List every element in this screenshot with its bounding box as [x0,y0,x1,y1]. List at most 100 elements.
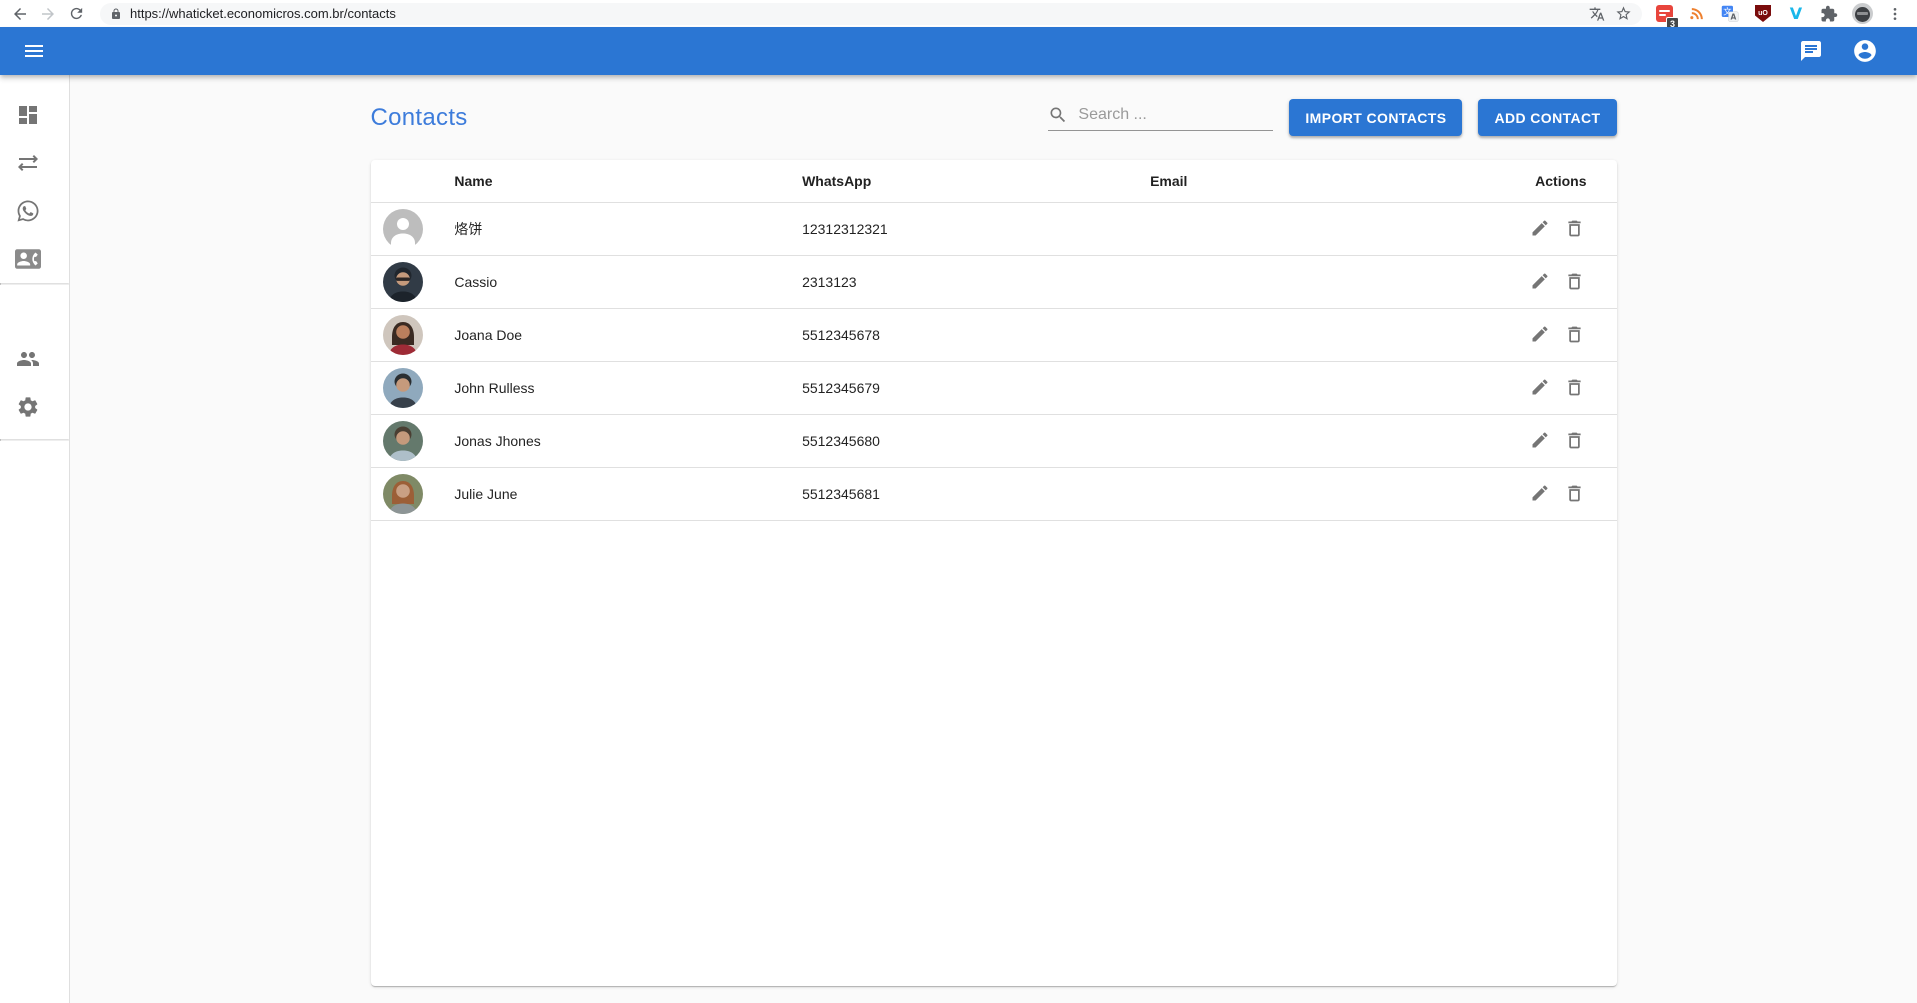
delete-contact-button[interactable] [1562,428,1587,453]
bookmark-star-icon[interactable] [1615,5,1632,22]
contact-actions [1512,361,1617,414]
edit-contact-button[interactable] [1528,322,1552,346]
contact-actions [1512,308,1617,361]
contact-name: Jonas Jhones [438,414,786,467]
contact-actions [1512,467,1617,520]
contact-row: 烙饼 12312312321 [371,202,1617,255]
name-column-header: Name [438,160,786,202]
search-input[interactable] [1076,105,1273,125]
address-bar[interactable]: https://whaticket.economicros.com.br/con… [100,3,1642,25]
contact-name: John Rulless [438,361,786,414]
lock-icon[interactable] [110,8,122,20]
contact-name: Cassio [438,255,786,308]
contact-name: Julie June [438,467,786,520]
edit-contact-button[interactable] [1528,375,1552,399]
search-box [1048,105,1273,131]
page-title: Contacts [371,104,468,132]
contact-row: Joana Doe 5512345678 [371,308,1617,361]
whatsapp-column-header: WhatsApp [786,160,1134,202]
contact-whatsapp: 12312312321 [786,202,1134,255]
vimeo-extension-icon[interactable]: V [1784,2,1808,26]
contact-whatsapp: 5512345678 [786,308,1134,361]
contact-avatar [383,209,439,249]
actions-column-header: Actions [1512,160,1617,202]
browser-menu-icon[interactable] [1883,2,1907,26]
contact-name: 烙饼 [438,202,786,255]
back-icon[interactable] [6,2,34,26]
edit-contact-button[interactable] [1528,269,1552,293]
ublock-glyph: uO [1755,5,1771,22]
contact-avatar [383,421,439,461]
url-text[interactable]: https://whaticket.economicros.com.br/con… [130,6,396,21]
rss-extension-icon[interactable] [1685,2,1709,26]
app-bar [0,27,1917,75]
import-contacts-button[interactable]: IMPORT CONTACTS [1289,99,1462,136]
contact-avatar-cell [371,467,439,520]
contact-actions [1512,414,1617,467]
contact-avatar [383,315,439,355]
extensions-area: 3 文A uO V [1648,2,1911,26]
translate-extension-icon[interactable]: 文A [1718,2,1742,26]
contact-row: Jonas Jhones 5512345680 [371,414,1617,467]
contacts-table: Name WhatsApp Email Actions 烙饼 123123123… [371,160,1617,521]
contact-email [1134,255,1511,308]
contact-email [1134,414,1511,467]
edit-contact-button[interactable] [1528,216,1552,240]
chat-icon[interactable] [1789,29,1833,73]
contact-row: Cassio 2313123 [371,255,1617,308]
translate-page-icon[interactable] [1589,6,1605,22]
contact-avatar-cell [371,414,439,467]
contact-email [1134,467,1511,520]
delete-contact-button[interactable] [1562,216,1587,241]
contact-avatar [383,262,439,302]
edit-contact-button[interactable] [1528,481,1552,505]
dashboard-icon[interactable] [4,91,52,139]
edit-contact-button[interactable] [1528,428,1552,452]
contact-avatar [383,474,439,514]
delete-contact-button[interactable] [1562,322,1587,347]
svg-text:A: A [1730,12,1736,21]
page-header: Contacts IMPORT CONTACTS ADD CONTACT [371,75,1617,160]
contacts-icon[interactable] [4,235,52,283]
profile-avatar[interactable] [1850,2,1874,26]
delete-contact-button[interactable] [1562,481,1587,506]
sidebar [0,75,70,1003]
contact-actions [1512,255,1617,308]
contact-email [1134,202,1511,255]
connections-sync-icon[interactable] [4,139,52,187]
red-extension-icon[interactable]: 3 [1652,2,1676,26]
main-content: Contacts IMPORT CONTACTS ADD CONTACT [70,75,1917,1003]
contact-email [1134,308,1511,361]
vimeo-glyph: V [1790,4,1802,23]
contact-email [1134,361,1511,414]
reload-icon[interactable] [62,2,90,26]
contact-whatsapp: 5512345681 [786,467,1134,520]
puzzle-extensions-icon[interactable] [1817,2,1841,26]
menu-icon[interactable] [12,29,56,73]
delete-contact-button[interactable] [1562,375,1587,400]
account-circle-icon[interactable] [1843,29,1887,73]
settings-gear-icon[interactable] [4,383,52,431]
add-contact-button[interactable]: ADD CONTACT [1478,99,1616,136]
contact-row: Julie June 5512345681 [371,467,1617,520]
search-icon [1048,105,1068,125]
contact-avatar-cell [371,202,439,255]
people-icon[interactable] [4,335,52,383]
contact-actions [1512,202,1617,255]
contact-avatar [383,368,439,408]
avatar-column-header [371,160,439,202]
contact-avatar-cell [371,308,439,361]
contact-whatsapp: 5512345680 [786,414,1134,467]
table-header-row: Name WhatsApp Email Actions [371,160,1617,202]
forward-icon[interactable] [34,2,62,26]
contact-whatsapp: 5512345679 [786,361,1134,414]
contacts-card: Name WhatsApp Email Actions 烙饼 123123123… [371,160,1617,986]
ublock-extension-icon[interactable]: uO [1751,2,1775,26]
contact-name: Joana Doe [438,308,786,361]
sidebar-divider-bottom [0,439,69,441]
whatsapp-tickets-icon[interactable] [4,187,52,235]
delete-contact-button[interactable] [1562,269,1587,294]
contact-row: John Rulless 5512345679 [371,361,1617,414]
contact-whatsapp: 2313123 [786,255,1134,308]
contact-avatar-cell [371,361,439,414]
